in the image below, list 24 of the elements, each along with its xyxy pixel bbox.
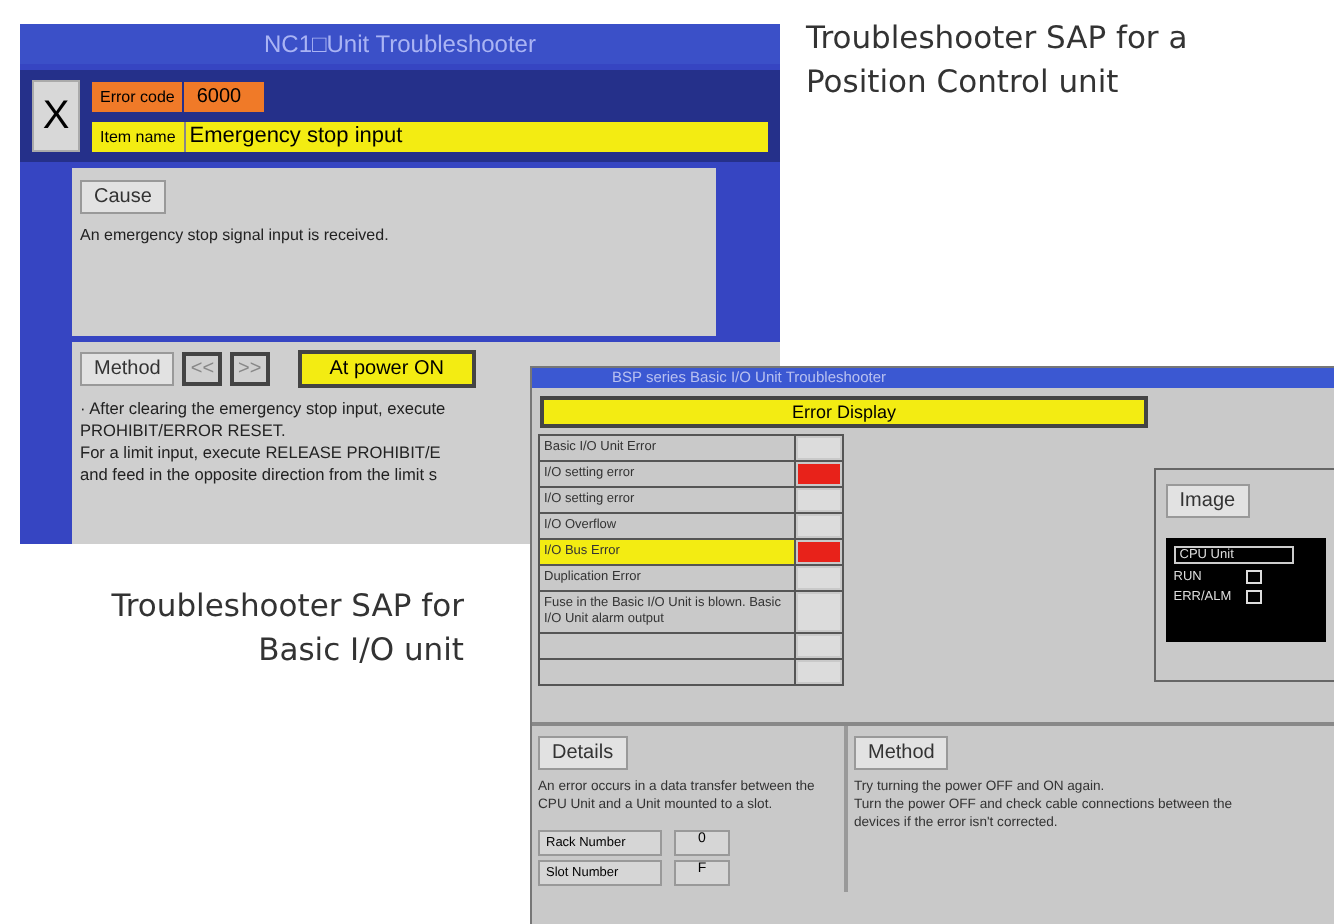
method-tab[interactable]: Method bbox=[80, 352, 175, 386]
caption-text: Troubleshooter SAP for a bbox=[806, 18, 1188, 60]
details-tab[interactable]: Details bbox=[538, 736, 628, 770]
error-code-label: Error code bbox=[92, 81, 183, 111]
error-flag bbox=[798, 662, 840, 682]
method-text: PROHIBIT/ERROR RESET. bbox=[80, 420, 286, 442]
method-text: and feed in the opposite direction from the limit s bbox=[80, 464, 437, 486]
method-text: For a limit input, execute RELEASE PROHIBIT/E bbox=[80, 442, 441, 464]
image-tab[interactable]: Image bbox=[1165, 484, 1250, 518]
method-tab[interactable]: Method bbox=[854, 736, 949, 770]
caption-text: Position Control unit bbox=[806, 62, 1121, 104]
method-text: · After clearing the emergency stop input, execute bbox=[80, 398, 446, 420]
item-name-value: Emergency stop input bbox=[189, 124, 403, 148]
item-name-label: Item name bbox=[92, 121, 186, 151]
caption-text: Troubleshooter SAP for bbox=[111, 586, 464, 628]
error-flag bbox=[798, 636, 840, 656]
close-button[interactable]: X bbox=[32, 80, 80, 152]
cause-tab[interactable]: Cause bbox=[80, 180, 166, 214]
error-code-value: 6000 bbox=[184, 81, 265, 111]
error-display-bar: Error Display bbox=[540, 396, 1148, 428]
caption-text: Basic I/O unit bbox=[256, 630, 464, 672]
window-title: NC1□Unit Troubleshooter bbox=[20, 24, 780, 64]
power-on-button[interactable]: At power ON bbox=[297, 350, 476, 388]
cause-text: An emergency stop signal input is received. bbox=[80, 226, 391, 244]
